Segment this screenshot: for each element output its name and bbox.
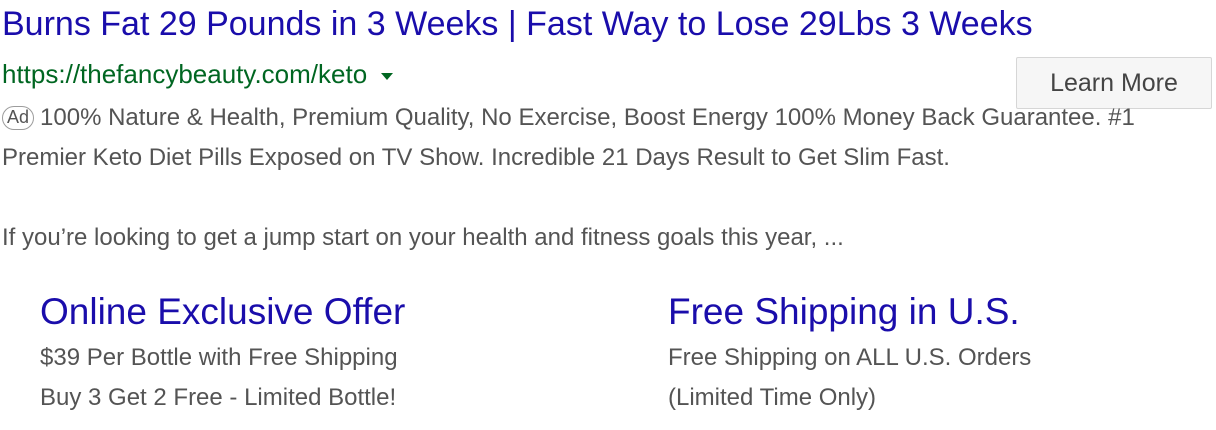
display-url-text[interactable]: https://thefancybeauty.com/keto xyxy=(2,56,367,92)
ad-description-text: 100% Nature & Health, Premium Quality, N… xyxy=(2,104,1135,171)
display-url[interactable]: https://thefancybeauty.com/keto xyxy=(2,56,394,92)
sitelink-title[interactable]: Free Shipping in U.S. xyxy=(668,286,1031,338)
ad-description: Ad 100% Nature & Health, Premium Quality,… xyxy=(2,98,1192,178)
sitelink-desc-line: Buy 3 Get 2 Free - Limited Bottle! xyxy=(40,384,397,411)
sitelink-desc-line: Free Shipping on ALL U.S. Orders xyxy=(668,344,1032,371)
chevron-down-icon[interactable] xyxy=(381,72,394,80)
sitelink-desc-line: $39 Per Bottle with Free Shipping xyxy=(40,344,398,371)
ad-headline-link[interactable]: Burns Fat 29 Pounds in 3 Weeks | Fast Wa… xyxy=(2,2,1033,46)
ad-snippet: If you’re looking to get a jump start on… xyxy=(2,224,844,251)
ad-badge: Ad xyxy=(2,106,35,130)
sitelink-online-exclusive-offer: Online Exclusive Offer $39 Per Bottle wi… xyxy=(40,286,405,418)
sitelink-free-shipping: Free Shipping in U.S. Free Shipping on A… xyxy=(668,286,1031,418)
sitelink-desc-line: (Limited Time Only) xyxy=(668,384,877,411)
sitelink-title[interactable]: Online Exclusive Offer xyxy=(40,286,405,338)
